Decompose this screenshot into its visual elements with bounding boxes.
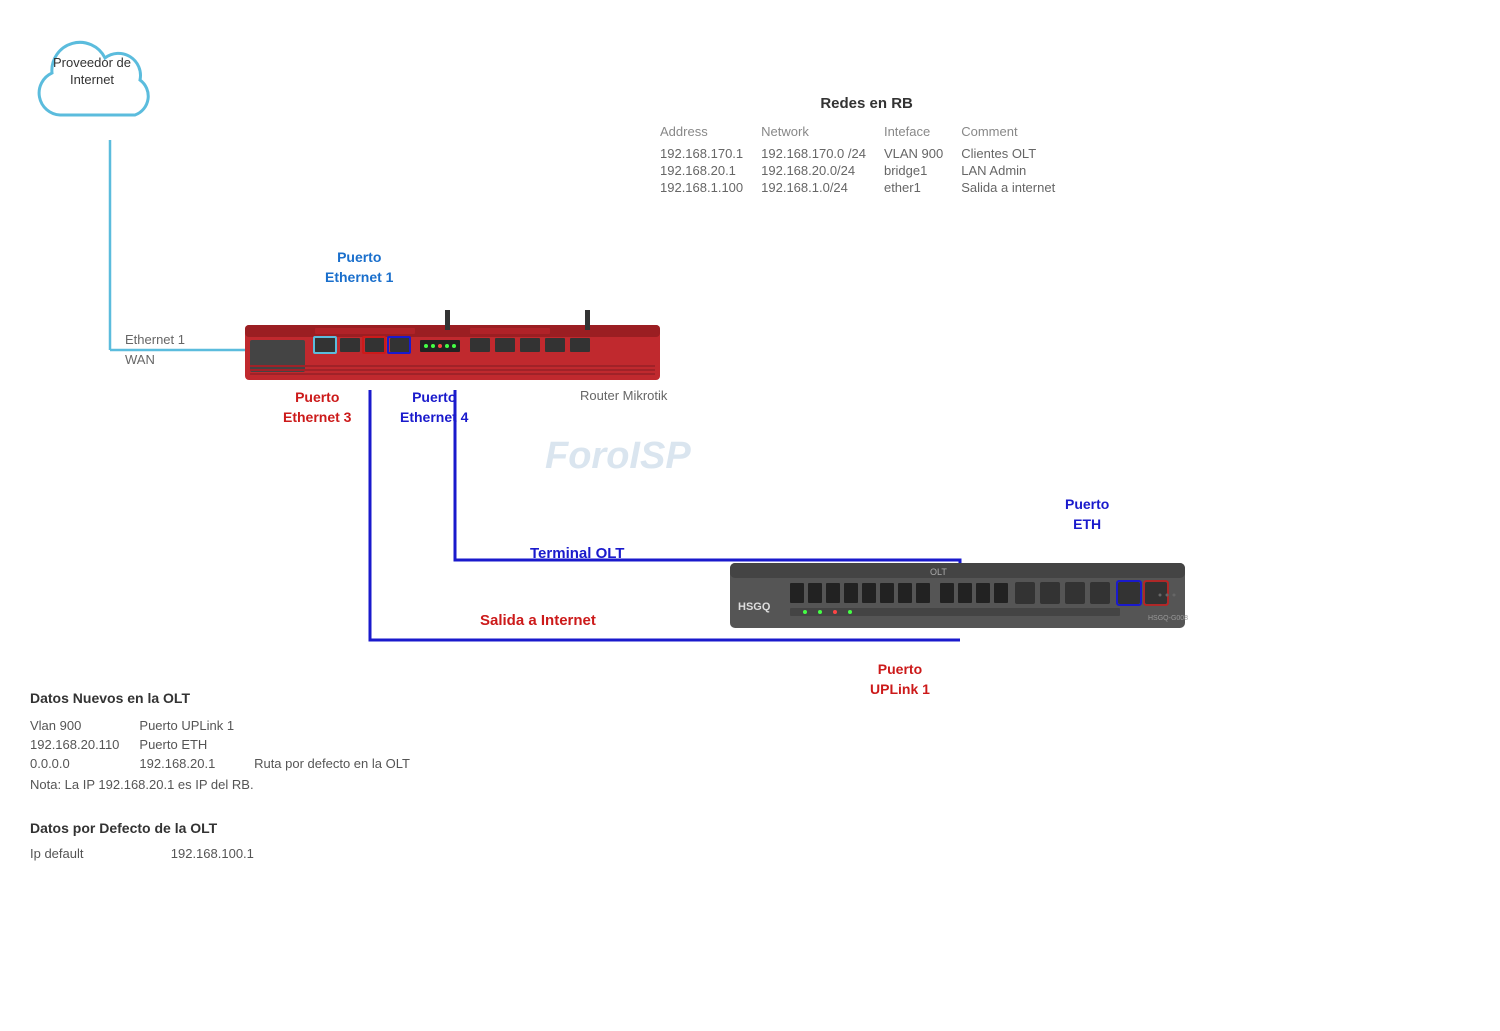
svg-text:OLT: OLT [930, 567, 947, 577]
table-cell: Salida a internet [961, 179, 1073, 196]
datos-defecto-title: Datos por Defecto de la OLT [30, 820, 254, 836]
table-cell: 192.168.1.0/24 [761, 179, 884, 196]
table-cell: 0.0.0.0 [30, 754, 139, 773]
table-cell: Clientes OLT [961, 145, 1073, 162]
table-cell: ether1 [884, 179, 961, 196]
svg-text:HSGQ: HSGQ [738, 601, 771, 613]
table-cell: 192.168.170.1 [660, 145, 761, 162]
olt-device: OLT HSGQ HSGQ-G008 [730, 558, 1190, 643]
ip-default-label: Ip default [30, 846, 84, 861]
puerto-eth1-label: Puerto Ethernet 1 [325, 248, 393, 287]
redes-rb-section: Redes en RB Address Network Inteface Com… [660, 95, 1073, 196]
table-cell: Puerto UPLink 1 [139, 716, 254, 735]
table-cell: 192.168.170.0 /24 [761, 145, 884, 162]
ip-default-value: 192.168.100.1 [171, 846, 254, 861]
datos-nuevos-title: Datos Nuevos en la OLT [30, 690, 430, 706]
table-cell [254, 716, 430, 735]
datos-nuevos-note: Nota: La IP 192.168.20.1 es IP del RB. [30, 777, 430, 792]
datos-nuevos-section: Datos Nuevos en la OLT Vlan 900Puerto UP… [30, 690, 430, 792]
table-cell: LAN Admin [961, 162, 1073, 179]
puerto-eth4-label: Puerto Ethernet 4 [400, 388, 468, 427]
table-cell: 192.168.20.1 [660, 162, 761, 179]
redes-rb-table: Address Network Inteface Comment 192.168… [660, 122, 1073, 196]
col-comment: Comment [961, 122, 1073, 145]
table-cell: 192.168.20.110 [30, 735, 139, 754]
table-cell: Ruta por defecto en la OLT [254, 754, 430, 773]
datos-defecto-row: Ip default 192.168.100.1 [30, 846, 254, 861]
eth1-wan-label: Ethernet 1 WAN [125, 330, 185, 369]
table-cell: 192.168.20.1 [139, 754, 254, 773]
router-device [245, 310, 665, 390]
table-cell: 192.168.20.0/24 [761, 162, 884, 179]
watermark: ForoISP [545, 435, 691, 478]
redes-rb-title: Redes en RB [660, 95, 1073, 112]
col-address: Address [660, 122, 761, 145]
col-network: Network [761, 122, 884, 145]
table-cell: Puerto ETH [139, 735, 254, 754]
puerto-uplink-label: Puerto UPLink 1 [870, 660, 930, 699]
puerto-eth-olt-label: Puerto ETH [1065, 495, 1109, 534]
table-cell [254, 735, 430, 754]
datos-nuevos-table: Vlan 900Puerto UPLink 1192.168.20.110Pue… [30, 716, 430, 773]
svg-text:HSGQ-G008: HSGQ-G008 [1148, 615, 1188, 622]
cloud-label: Proveedor de Internet [32, 55, 152, 89]
datos-defecto-section: Datos por Defecto de la OLT Ip default 1… [30, 820, 254, 861]
table-cell: bridge1 [884, 162, 961, 179]
table-cell: VLAN 900 [884, 145, 961, 162]
table-cell: 192.168.1.100 [660, 179, 761, 196]
puerto-eth3-label: Puerto Ethernet 3 [283, 388, 351, 427]
salida-internet-label: Salida a Internet [480, 612, 596, 629]
router-mikrotik-label: Router Mikrotik [580, 388, 667, 403]
terminal-olt-label: Terminal OLT [530, 545, 624, 562]
table-cell: Vlan 900 [30, 716, 139, 735]
col-interface: Inteface [884, 122, 961, 145]
